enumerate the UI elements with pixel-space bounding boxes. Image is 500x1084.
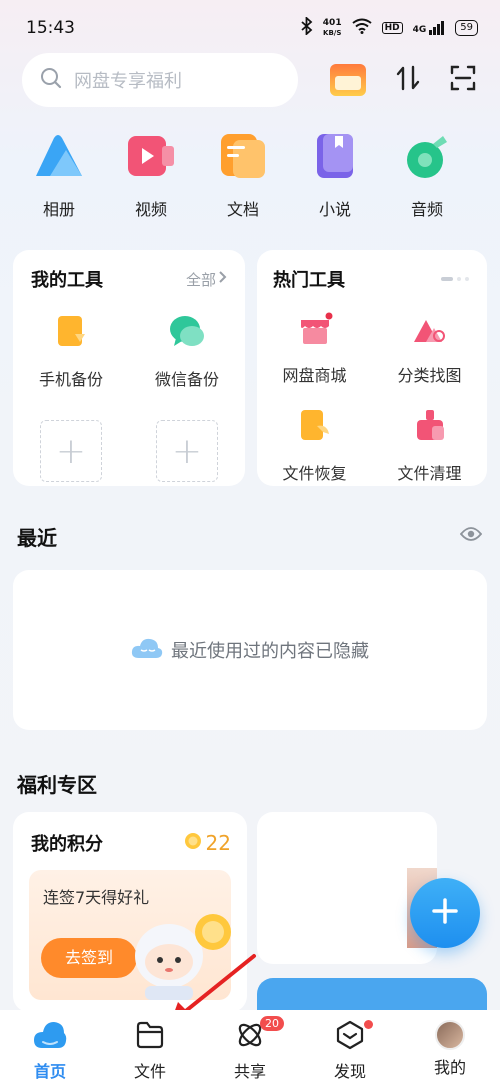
floating-add-button[interactable]	[410, 878, 480, 948]
speed-value: 401	[322, 18, 342, 28]
tool-file-clean[interactable]: 文件清理	[372, 408, 487, 484]
add-tool-slot-1[interactable]: +	[13, 420, 129, 482]
nav-files[interactable]: 文件	[110, 1020, 190, 1082]
audio-icon	[403, 132, 451, 184]
album-icon	[32, 132, 86, 184]
coin-icon	[184, 832, 202, 854]
recent-card: 最近使用过的内容已隐藏	[13, 570, 487, 730]
nav-discover[interactable]: 发现	[310, 1020, 390, 1082]
home-cloud-icon	[33, 1020, 67, 1054]
status-bar: 15:43 401 KB/S HD 4G 59	[0, 0, 500, 56]
category-label: 视频	[134, 200, 167, 219]
hot-tools-title: 热门工具	[273, 270, 345, 291]
tool-label: 分类找图	[397, 366, 462, 385]
tool-wechat-backup[interactable]: 微信备份	[129, 314, 245, 390]
plus-icon	[431, 897, 459, 929]
speed-unit: KB/S	[323, 29, 342, 37]
category-label: 音频	[410, 200, 443, 219]
discover-icon	[335, 1020, 365, 1054]
cellular-signal: 4G	[413, 21, 446, 35]
nav-label: 发现	[333, 1062, 366, 1081]
novel-icon	[311, 132, 359, 184]
add-tool-slot-2[interactable]: +	[129, 420, 245, 482]
tool-label: 网盘商城	[282, 366, 347, 385]
scan-icon[interactable]	[450, 65, 476, 95]
my-tools-title: 我的工具	[31, 270, 103, 291]
tool-phone-backup[interactable]: 手机备份	[13, 314, 129, 390]
category-novel[interactable]: 小说	[289, 132, 381, 220]
points-title: 我的积分	[31, 834, 103, 855]
wifi-icon	[351, 18, 372, 38]
category-document[interactable]: 文档	[197, 132, 289, 220]
all-label: 全部	[185, 270, 216, 289]
category-row: 相册 视频 文档 小说 音频	[0, 132, 500, 220]
recent-empty-message: 最近使用过的内容已隐藏	[171, 641, 369, 662]
category-audio[interactable]: 音频	[381, 132, 473, 220]
points-value: 22	[205, 831, 231, 855]
search-placeholder: 网盘专享福利	[74, 71, 182, 92]
tool-mall-store[interactable]: 网盘商城	[257, 312, 372, 386]
bluetooth-icon	[301, 15, 313, 39]
folder-icon	[135, 1020, 165, 1054]
document-icon	[219, 132, 267, 184]
share-badge: 20	[260, 1016, 284, 1031]
tool-label: 微信备份	[154, 370, 219, 389]
nav-label: 共享	[233, 1062, 266, 1081]
page-indicator	[441, 277, 469, 281]
nav-mine[interactable]: 我的	[410, 1020, 490, 1078]
mall-shortcut-icon[interactable]	[330, 64, 366, 96]
add-icon: +	[40, 420, 102, 482]
wechat-backup-icon	[168, 314, 206, 354]
recent-title: 最近	[17, 526, 57, 550]
promo-card-partial[interactable]	[257, 812, 437, 964]
nav-label: 首页	[33, 1062, 66, 1081]
tool-file-restore[interactable]: 文件恢复	[257, 408, 372, 484]
top-actions	[330, 64, 476, 96]
bottom-nav: 首页 文件 20 共享 发现 我的	[0, 1010, 500, 1084]
category-label: 相册	[42, 200, 75, 219]
discover-red-dot	[364, 1020, 373, 1029]
video-icon	[126, 132, 176, 184]
eye-icon[interactable]	[459, 526, 483, 546]
nav-label: 文件	[133, 1062, 166, 1081]
phone-backup-icon	[53, 314, 89, 354]
network-speed: 401 KB/S	[323, 18, 342, 38]
category-label: 文档	[226, 200, 259, 219]
chevron-right-icon	[218, 270, 227, 288]
category-video[interactable]: 视频	[105, 132, 197, 220]
nav-home[interactable]: 首页	[10, 1020, 90, 1082]
status-time: 15:43	[26, 18, 75, 38]
sign-in-button[interactable]: 去签到	[41, 938, 137, 978]
transfer-icon[interactable]	[396, 65, 420, 95]
battery-icon: 59	[455, 20, 478, 36]
nav-label: 我的	[433, 1058, 466, 1077]
my-tools-all-link[interactable]: 全部	[186, 269, 227, 290]
add-icon: +	[156, 420, 218, 482]
nav-share[interactable]: 20 共享	[210, 1016, 290, 1082]
network-type: 4G	[412, 25, 427, 35]
hot-tools-card: 热门工具 网盘商城 分类找图 文件恢复 文件清理	[257, 250, 487, 486]
my-tools-card: 我的工具 全部 手机备份 微信备份 + +	[13, 250, 245, 486]
hidden-cloud-icon	[131, 636, 163, 664]
tool-label: 文件清理	[397, 464, 462, 483]
search-row: 网盘专享福利	[22, 52, 482, 108]
tool-label: 文件恢复	[282, 464, 347, 483]
category-album[interactable]: 相册	[13, 132, 105, 220]
file-clean-icon	[412, 408, 448, 448]
points-display[interactable]: 22	[184, 831, 231, 855]
search-input[interactable]: 网盘专享福利	[22, 53, 298, 107]
category-label: 小说	[318, 200, 351, 219]
find-image-icon	[412, 312, 448, 350]
tool-find-image[interactable]: 分类找图	[372, 312, 487, 386]
avatar	[435, 1020, 465, 1050]
welfare-title: 福利专区	[17, 773, 97, 797]
search-icon	[40, 67, 62, 93]
file-restore-icon	[297, 408, 333, 448]
hd-badge: HD	[381, 22, 403, 34]
mall-store-icon	[297, 312, 333, 350]
status-icons: 401 KB/S HD 4G 59	[301, 15, 478, 39]
tool-label: 手机备份	[38, 370, 103, 389]
